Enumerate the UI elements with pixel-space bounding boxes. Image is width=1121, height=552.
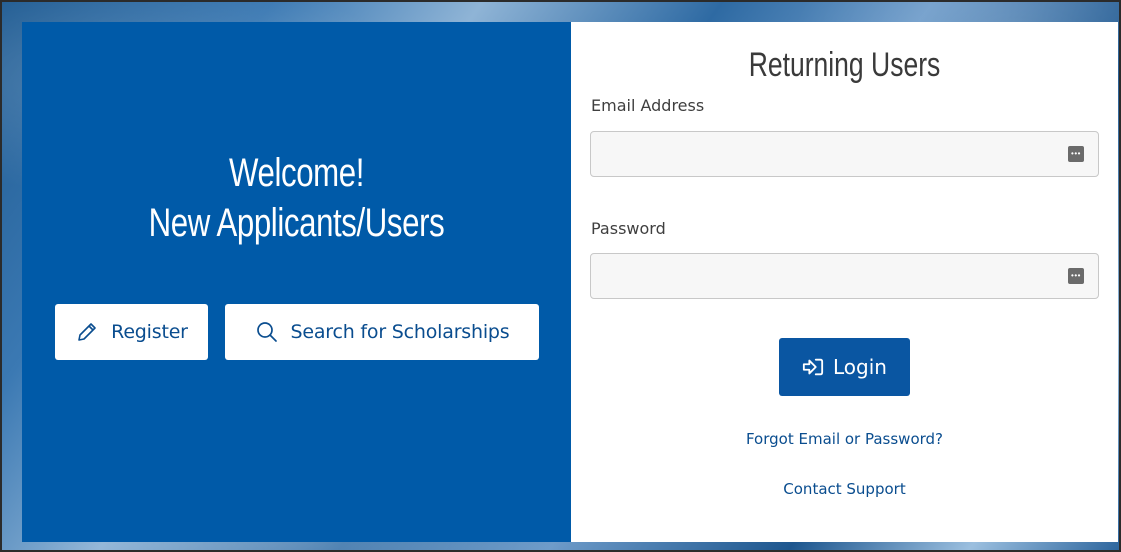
password-manager-icon[interactable]: ••• [1068,268,1084,284]
login-button[interactable]: Login [779,338,910,396]
new-users-panel: Welcome! New Applicants/Users Register S… [22,22,571,542]
password-manager-icon[interactable]: ••• [1068,146,1084,162]
sign-in-icon [802,356,824,378]
search-scholarships-label: Search for Scholarships [290,321,510,343]
login-label: Login [833,355,887,379]
welcome-heading: Welcome! New Applicants/Users [82,148,510,248]
welcome-line-1: Welcome! [228,151,365,195]
pencil-icon [75,320,99,344]
welcome-line-2: New Applicants/Users [148,201,445,245]
returning-users-title: Returning Users [748,46,941,84]
register-button[interactable]: Register [55,304,208,360]
register-label: Register [111,321,188,343]
search-scholarships-button[interactable]: Search for Scholarships [225,304,539,360]
email-field-wrapper: ••• [590,131,1099,177]
password-input[interactable] [591,254,1098,298]
contact-support-link[interactable]: Contact Support [571,480,1118,498]
search-icon [255,320,279,344]
page-background: Welcome! New Applicants/Users Register S… [0,0,1121,552]
returning-users-panel: Returning Users Email Address ••• Passwo… [571,22,1118,542]
email-input[interactable] [591,132,1098,176]
password-field-wrapper: ••• [590,253,1099,299]
password-label: Password [591,219,666,238]
email-label: Email Address [591,96,705,115]
forgot-password-link[interactable]: Forgot Email or Password? [571,430,1118,448]
